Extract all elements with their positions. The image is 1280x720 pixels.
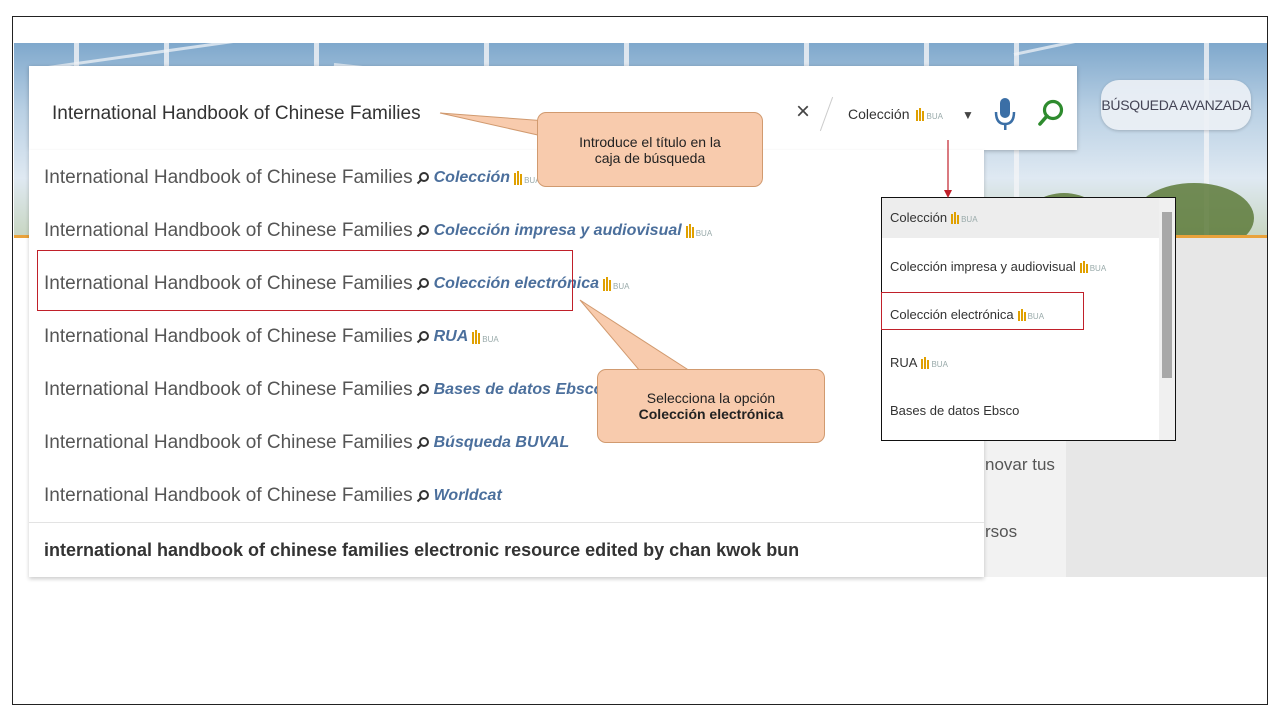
search-icon	[416, 490, 429, 503]
search-input[interactable]: International Handbook of Chinese Famili…	[52, 103, 421, 125]
suggestions-divider	[29, 522, 984, 523]
suggestion-scope: RUA	[433, 328, 469, 345]
clear-search-icon[interactable]: ×	[796, 100, 810, 124]
bua-logo-icon: BUA	[921, 356, 948, 369]
partial-text: rsos	[985, 522, 1018, 541]
instruction-callout: Introduce el título en la caja de búsque…	[537, 112, 763, 187]
suggestion-scope: Colección impresa y audiovisual	[433, 222, 682, 239]
suggestion-item[interactable]: International Handbook of Chinese Famili…	[44, 220, 712, 242]
partial-text: novar tus	[985, 455, 1055, 474]
search-icon	[416, 172, 429, 185]
suggestion-scope: Bases de datos Ebsco	[433, 381, 604, 398]
suggestion-item[interactable]: International Handbook of Chinese Famili…	[44, 167, 541, 189]
suggestion-item[interactable]: International Handbook of Chinese Famili…	[44, 485, 502, 507]
scope-select-label: Colección	[848, 106, 910, 122]
instruction-callout: Selecciona la opción Colección electróni…	[597, 369, 825, 443]
highlight-box	[881, 292, 1084, 330]
dropdown-option[interactable]: RUA BUA	[890, 355, 948, 370]
bua-logo-icon: BUA	[603, 277, 629, 291]
bua-logo-icon: BUA	[1079, 260, 1106, 273]
suggestion-scope: Colección	[433, 169, 511, 186]
scrollbar-thumb[interactable]	[1162, 212, 1172, 378]
suggestion-item-record[interactable]: international handbook of chinese famili…	[44, 540, 799, 561]
dropdown-scrollbar[interactable]	[1159, 198, 1175, 440]
search-icon[interactable]	[1037, 98, 1065, 133]
suggestion-scope: Búsqueda BUVAL	[433, 434, 570, 451]
advanced-search-button[interactable]: BÚSQUEDA AVANZADA	[1101, 80, 1251, 130]
dropdown-option[interactable]: Colección BUA	[890, 210, 978, 225]
bua-logo-icon: BUA	[472, 330, 499, 344]
suggestion-item[interactable]: International Handbook of Chinese Famili…	[44, 326, 499, 348]
dropdown-option[interactable]: Bases de datos Ebsco	[890, 403, 1019, 418]
highlight-box	[37, 250, 573, 311]
bua-logo-icon: BUA	[951, 211, 978, 224]
search-icon	[416, 225, 429, 238]
search-icon	[416, 437, 429, 450]
suggestion-item[interactable]: International Handbook of Chinese Famili…	[44, 379, 603, 401]
dropdown-option[interactable]: Colección impresa y audiovisual BUA	[890, 259, 1106, 274]
suggestions-panel	[29, 150, 984, 577]
search-icon	[416, 331, 429, 344]
suggestion-scope: Worldcat	[433, 487, 502, 504]
chevron-down-icon[interactable]: ▼	[962, 108, 974, 122]
microphone-icon[interactable]	[994, 96, 1016, 137]
search-icon	[416, 384, 429, 397]
scope-select[interactable]: Colección BUA	[848, 106, 943, 122]
suggestion-item[interactable]: International Handbook of Chinese Famili…	[44, 432, 569, 454]
bua-logo-icon: BUA	[916, 107, 943, 121]
bua-logo-icon: BUA	[685, 224, 712, 238]
